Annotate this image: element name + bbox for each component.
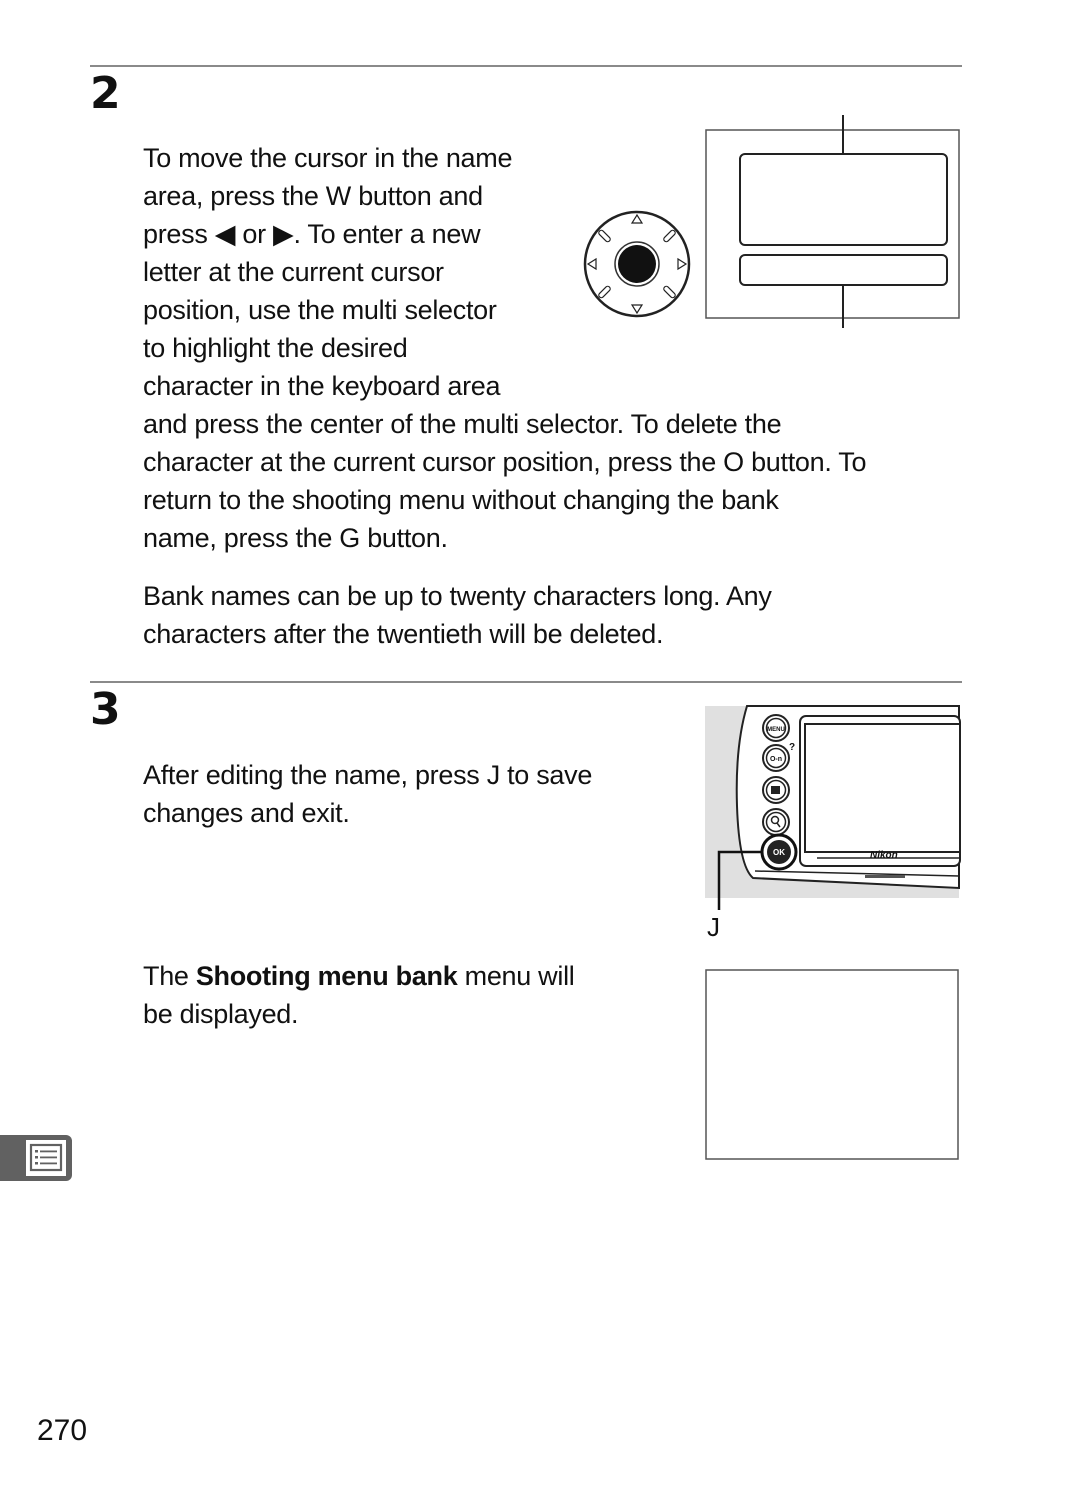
step-2-instructions-narrow: To move the cursor in the name area, pre… bbox=[143, 139, 563, 405]
menu-name: Shooting menu bank bbox=[195, 961, 458, 991]
text-line: Bank names can be up to twenty character… bbox=[143, 581, 772, 611]
text-line: character in the keyboard area bbox=[143, 371, 501, 401]
text-line: position, use the multi selector bbox=[143, 295, 497, 325]
text-line: be displayed. bbox=[143, 999, 299, 1029]
camera-brand-label: Nikon bbox=[870, 850, 898, 861]
text-line: press ◀ or ▶. To enter a new bbox=[143, 219, 481, 249]
svg-text:?: ? bbox=[789, 742, 795, 753]
text-line: letter at the current cursor bbox=[143, 257, 444, 287]
step-3-instructions: After editing the name, press J to save … bbox=[143, 756, 673, 832]
text-line: and press the center of the multi select… bbox=[143, 409, 782, 439]
shooting-menu-bank-screen bbox=[705, 969, 959, 1160]
camera-back-illustration: Nikon MENU O-n ? OK bbox=[705, 705, 961, 910]
text-line: to highlight the desired bbox=[143, 333, 408, 363]
svg-text:MENU: MENU bbox=[767, 727, 785, 733]
step-2-divider bbox=[90, 65, 962, 67]
text-line: characters after the twentieth will be d… bbox=[143, 619, 664, 649]
text-line: After editing the name, press J to save bbox=[143, 760, 593, 790]
svg-text:O-n: O-n bbox=[770, 756, 782, 763]
text-line: name, press the G button. bbox=[143, 523, 448, 553]
ok-button-callout-label: J bbox=[707, 912, 720, 942]
step-2-note: Bank names can be up to twenty character… bbox=[143, 577, 973, 653]
name-entry-screen-illustration bbox=[705, 115, 960, 328]
text-line: To move the cursor in the name bbox=[143, 143, 513, 173]
text-line: area, press the W button and bbox=[143, 181, 483, 211]
step-2-number: 2 bbox=[90, 68, 121, 119]
text-suffix: menu will bbox=[457, 961, 575, 991]
step-3-divider bbox=[90, 681, 962, 683]
menu-list-icon bbox=[26, 1140, 66, 1176]
step-3-result: The Shooting menu bank menu will be disp… bbox=[143, 957, 673, 1033]
svg-text:OK: OK bbox=[773, 848, 785, 857]
step-3-number: 3 bbox=[90, 684, 121, 735]
page-number: 270 bbox=[37, 1414, 88, 1447]
text-line: changes and exit. bbox=[143, 798, 350, 828]
text-prefix: The bbox=[143, 961, 196, 991]
multi-selector-icon bbox=[583, 210, 691, 318]
step-2-instructions-wide: and press the center of the multi select… bbox=[143, 405, 973, 557]
text-line: character at the current cursor position… bbox=[143, 447, 867, 477]
text-line: The Shooting menu bank menu will bbox=[143, 957, 673, 995]
text-line: return to the shooting menu without chan… bbox=[143, 485, 779, 515]
section-tab[interactable] bbox=[0, 1135, 72, 1181]
